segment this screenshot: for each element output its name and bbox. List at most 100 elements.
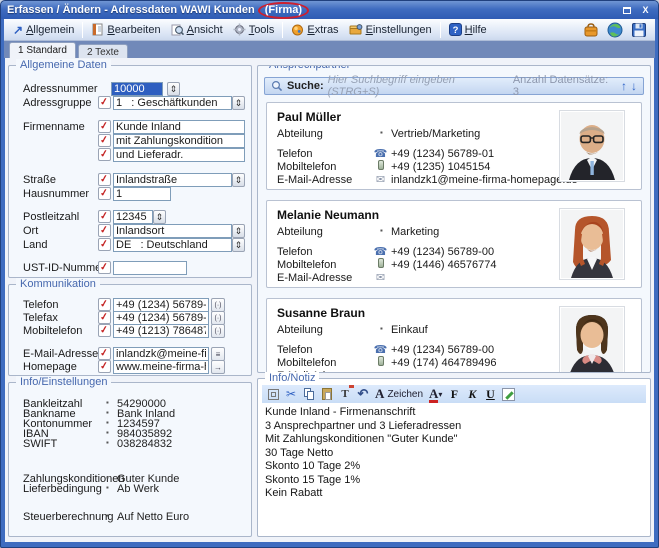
briefcase-icon[interactable] [583,22,599,38]
firmenname-input-3[interactable] [113,148,245,162]
strasse-input[interactable] [113,173,232,187]
field-row-adressgruppe: Adressgruppe ✓ ⇕ [9,96,251,110]
edit-note-button[interactable] [502,387,515,401]
check-icon[interactable]: ✓ [98,187,111,200]
font-dialog-button[interactable]: T [339,387,351,401]
info-row: SWIFT▪038284832 [9,437,251,451]
check-icon[interactable]: ✓ [98,224,111,237]
tab-standard[interactable]: 1 Standard [9,42,76,58]
adressgruppe-input[interactable] [113,96,232,110]
telefon-input[interactable] [113,298,209,312]
next-record-arrow[interactable]: ↓ [631,81,637,91]
note-line: 30 Tage Netto [262,447,646,461]
contact-card[interactable]: Melanie Neumann Abteilung ▪ Marketing Te… [266,200,642,288]
insert-object-button[interactable] [267,387,279,401]
info-settings-group: Info/Einstellungen Bankleitzahl▪54290000… [8,382,252,537]
dial-button[interactable]: (·) [211,324,225,338]
general-data-group: Allgemeine Daten Adressnummer ⇕ Adressgr… [8,65,252,278]
land-label: Land [23,239,47,251]
ort-label: Ort [23,225,38,237]
telefax-input[interactable] [113,311,209,325]
character-button[interactable]: A Zeichen [375,387,423,401]
ort-input[interactable] [113,224,232,238]
check-icon[interactable]: ✓ [98,347,111,360]
copy-icon [304,388,315,400]
square-bullet-icon: ▪ [106,483,109,492]
email-list-button[interactable]: ≡ [211,347,225,361]
adressgruppe-label: Adressgruppe [23,97,92,109]
firmenname-input-2[interactable] [113,134,245,148]
hausnummer-input[interactable] [113,187,171,201]
menu-allgemein[interactable]: ↗ Allgemein [8,21,79,39]
save-icon[interactable] [631,22,647,38]
contact-card[interactable]: Susanne Braun Abteilung ▪ Einkauf Telefo… [266,298,642,373]
note-text-area[interactable]: Kunde Inland - Firmenanschrift 3 Ansprec… [262,406,646,531]
dial-button[interactable]: (·) [211,298,225,312]
contact-search-bar[interactable]: Suche: Hier Suchbegriff eingeben (STRG+S… [264,77,644,95]
ort-spinner[interactable]: ⇕ [232,224,245,238]
check-icon[interactable]: ✓ [98,173,111,186]
cut-button[interactable]: ✂ [285,387,297,401]
adressnummer-label: Adressnummer [23,83,98,95]
check-icon[interactable]: ✓ [98,134,111,147]
plz-input[interactable] [113,210,153,224]
square-bullet-icon: ▪ [106,408,109,417]
chevron-down-icon: ▾ [438,390,442,399]
previous-record-arrow[interactable]: ↑ [621,81,627,91]
field-row-homepage: Homepage ✓ → [9,360,251,374]
square-bullet-icon: ▪ [106,418,109,427]
adressgruppe-spinner[interactable]: ⇕ [232,96,245,110]
mail-icon: ✉ [373,271,388,284]
mobiltelefon-label: Mobiltelefon [23,325,82,337]
gear-icon [233,23,246,36]
italic-button[interactable]: K [466,387,478,401]
check-icon[interactable]: ✓ [98,120,111,133]
field-row-adressnummer: Adressnummer ⇕ [9,82,251,96]
check-icon[interactable]: ✓ [98,360,111,373]
dial-button[interactable]: (·) [211,311,225,325]
check-icon[interactable]: ✓ [98,238,111,251]
plz-spinner[interactable]: ⇕ [153,210,166,224]
check-icon[interactable]: ✓ [98,148,111,161]
menu-tools[interactable]: Tools [228,21,280,38]
contact-card[interactable]: Paul Müller Abteilung ▪ Vertrieb/Marketi… [266,102,642,190]
menu-einstellungen[interactable]: Einstellungen [344,21,437,38]
check-icon[interactable]: ✓ [98,298,111,311]
homepage-input[interactable] [113,360,209,374]
check-icon[interactable]: ✓ [98,96,111,109]
check-icon[interactable]: ✓ [98,210,111,223]
object-icon [268,389,279,400]
record-count-label: Anzahl Datensätze: 3 [513,74,617,98]
firmenname-input-1[interactable] [113,120,245,134]
adressnummer-input[interactable] [111,82,163,96]
mobile-phone-icon [373,258,388,271]
underline-button[interactable]: U [484,387,496,401]
adressnummer-spinner[interactable]: ⇕ [167,82,180,96]
ustid-input[interactable] [113,261,187,275]
mail-icon: ✉ [373,369,388,373]
mobiltelefon-input[interactable] [113,324,209,338]
font-color-button[interactable]: A ▾ [429,387,442,401]
email-input[interactable] [113,347,209,361]
land-input[interactable] [113,238,232,252]
menu-extras[interactable]: Extras [286,21,343,38]
globe-icon[interactable] [607,22,623,38]
land-spinner[interactable]: ⇕ [232,238,245,252]
mobile-phone-icon [373,160,388,173]
contact-photo-woman-brunette [561,308,623,373]
paste-button[interactable] [321,387,333,401]
check-icon[interactable]: ✓ [98,261,111,274]
menu-ansicht[interactable]: Ansicht [166,21,228,38]
open-homepage-button[interactable]: → [211,360,225,374]
tab-texte[interactable]: 2 Texte [78,44,128,58]
undo-button[interactable]: ↶ [357,387,369,401]
copy-button[interactable] [303,387,315,401]
restore-button[interactable] [620,4,633,16]
check-icon[interactable]: ✓ [98,324,111,337]
menu-bearbeiten[interactable]: Bearbeiten [86,21,165,38]
menu-hilfe[interactable]: ? Hilfe [444,21,492,38]
close-button[interactable]: X [639,4,652,16]
strasse-spinner[interactable]: ⇕ [232,173,245,187]
check-icon[interactable]: ✓ [98,311,111,324]
bold-button[interactable]: F [448,387,460,401]
